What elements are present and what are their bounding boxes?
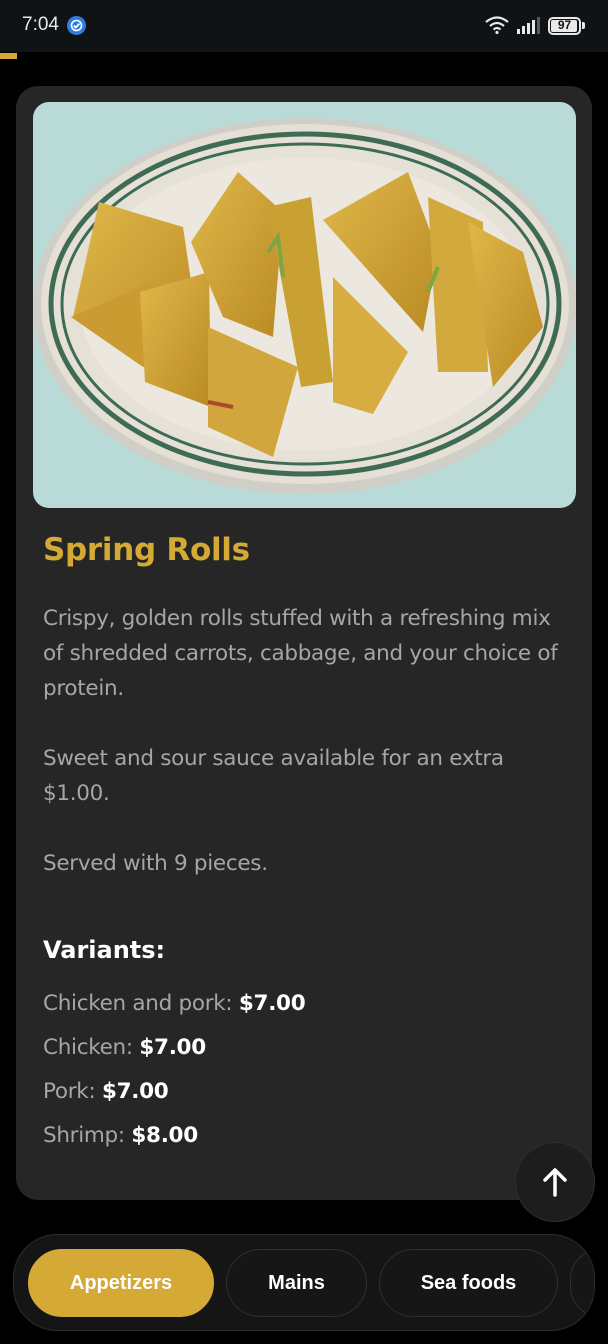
spring-rolls-photo: [33, 102, 576, 508]
item-sauce-note: Sweet and sour sauce available for an ex…: [43, 746, 504, 806]
item-card: Spring Rolls Crispy, golden rolls stuffe…: [16, 86, 592, 1200]
sync-check-icon: [67, 16, 86, 35]
signal-icon: [517, 17, 540, 34]
battery-icon: 97: [548, 17, 581, 35]
category-tab-more[interactable]: [570, 1249, 594, 1317]
category-tab-sea-foods[interactable]: Sea foods: [379, 1249, 558, 1317]
item-title: Spring Rolls: [43, 532, 250, 568]
variant-name: Pork:: [43, 1079, 96, 1104]
variant-price: $8.00: [131, 1123, 198, 1148]
variant-name: Chicken:: [43, 1035, 133, 1060]
loading-indicator: [0, 53, 17, 59]
battery-percent: 97: [557, 18, 572, 32]
variant-row: Chicken and pork: $7.00: [43, 991, 306, 1016]
variant-price: $7.00: [139, 1035, 206, 1060]
item-description: Crispy, golden rolls stuffed with a refr…: [43, 606, 558, 701]
variant-name: Chicken and pork:: [43, 991, 233, 1016]
wifi-icon: [485, 16, 509, 34]
variant-price: $7.00: [101, 1079, 169, 1104]
category-tab-appetizers[interactable]: Appetizers: [28, 1249, 214, 1317]
variant-row: Pork: $7.00: [43, 1079, 169, 1104]
category-tab-mains[interactable]: Mains: [226, 1249, 367, 1317]
variant-name: Shrimp:: [43, 1123, 125, 1148]
item-servings-note: Served with 9 pieces.: [43, 851, 268, 876]
battery-tip: [582, 22, 585, 29]
category-tab-bar: Appetizers Mains Sea foods: [13, 1234, 595, 1331]
status-bar: 7:04 97: [0, 0, 608, 52]
variants-heading: Variants:: [43, 936, 166, 964]
variant-row: Chicken: $7.00: [43, 1035, 206, 1060]
scroll-to-top-button[interactable]: [515, 1142, 595, 1222]
variant-row: Shrimp: $8.00: [43, 1123, 198, 1148]
status-time: 7:04: [22, 14, 59, 35]
variant-price: $7.00: [238, 991, 306, 1016]
arrow-up-icon: [543, 1168, 567, 1197]
